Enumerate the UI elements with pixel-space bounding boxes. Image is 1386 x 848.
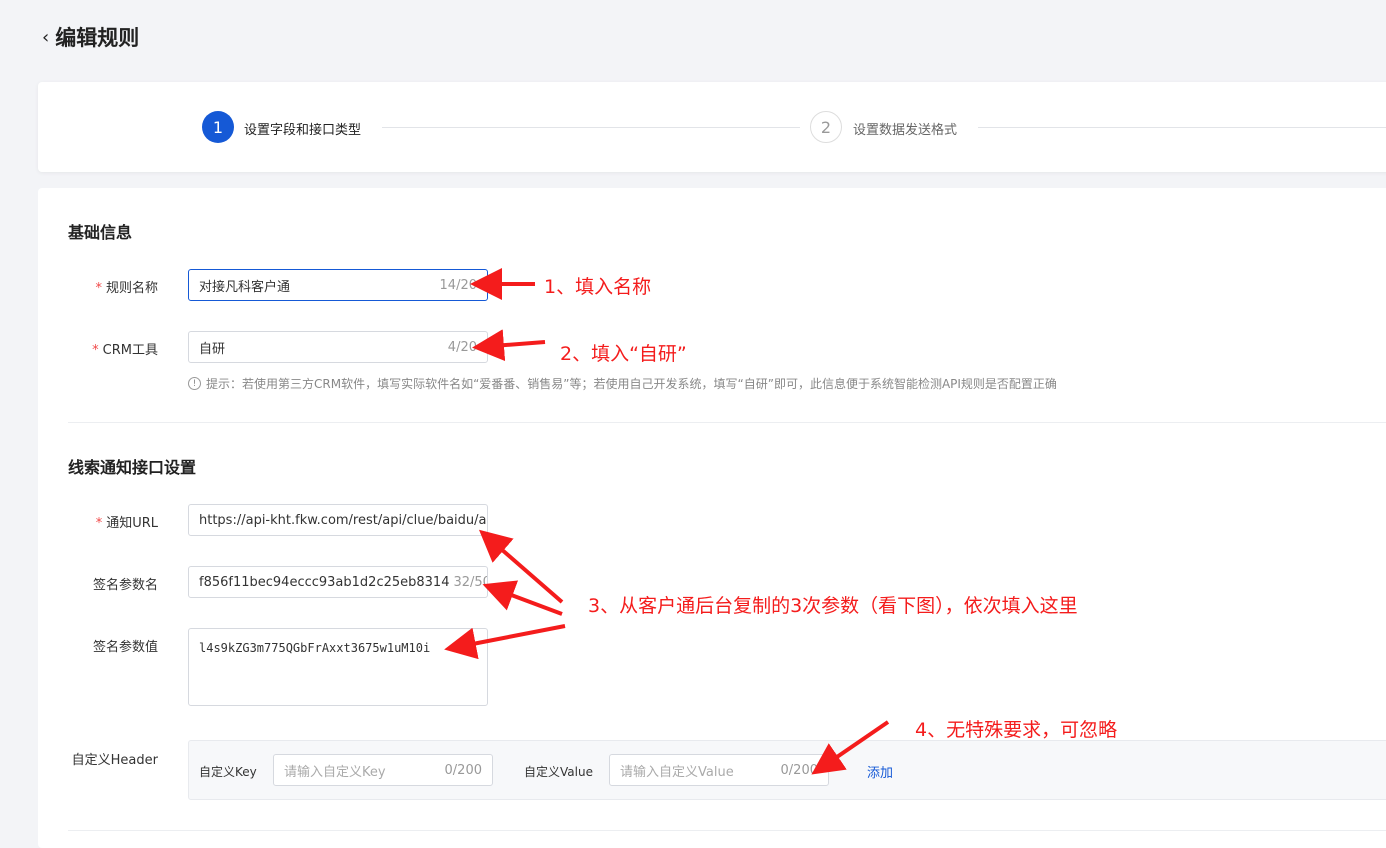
- arrow-3a: [478, 529, 564, 604]
- arrow-2: [472, 329, 546, 362]
- arrow-3c: [444, 624, 566, 660]
- annotation-arrows: [444, 268, 890, 775]
- annotation-2: 2、填入“自研”: [560, 343, 687, 365]
- annotation-3: 3、从客户通后台复制的3次参数（看下图），依次填入这里: [588, 595, 1078, 617]
- annotation-1: 1、填入名称: [544, 276, 652, 298]
- annotation-4: 4、无特殊要求，可忽略: [915, 719, 1118, 741]
- arrow-4: [811, 720, 890, 775]
